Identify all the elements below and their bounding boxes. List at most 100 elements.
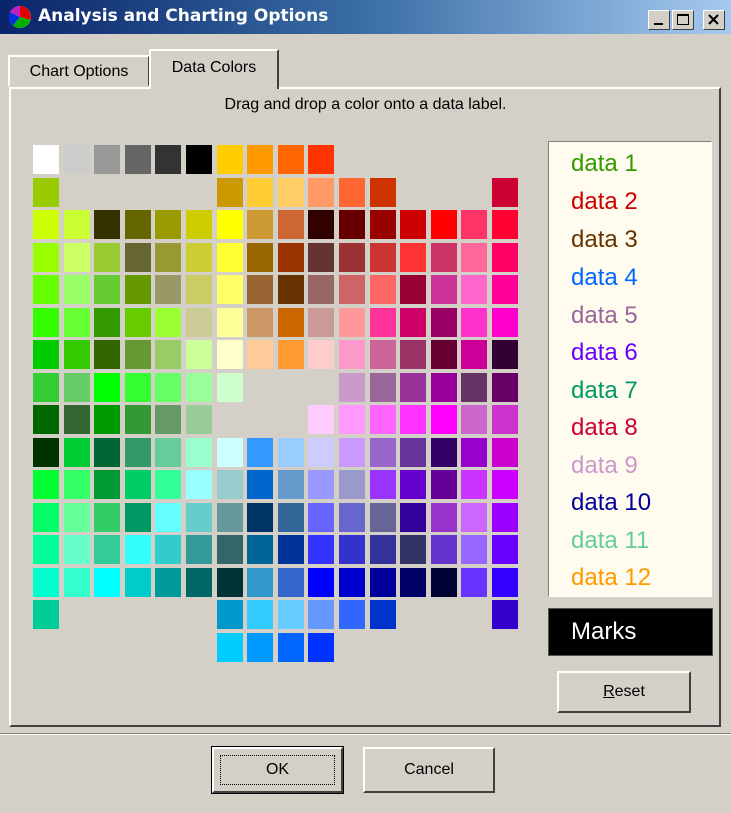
color-swatch[interactable]: [492, 535, 518, 564]
color-swatch[interactable]: [247, 275, 273, 304]
color-swatch[interactable]: [247, 503, 273, 532]
color-swatch[interactable]: [247, 568, 273, 597]
color-swatch[interactable]: [217, 503, 243, 532]
color-swatch[interactable]: [217, 308, 243, 337]
color-swatch[interactable]: [217, 373, 243, 402]
data-label-8[interactable]: data 8: [571, 414, 638, 442]
color-swatch[interactable]: [492, 308, 518, 337]
color-swatch[interactable]: [400, 210, 426, 239]
color-swatch[interactable]: [431, 438, 457, 467]
color-swatch[interactable]: [461, 438, 487, 467]
color-swatch[interactable]: [217, 145, 243, 174]
color-swatch[interactable]: [186, 470, 212, 499]
color-swatch[interactable]: [308, 568, 334, 597]
minimize-button[interactable]: [648, 10, 670, 30]
color-swatch[interactable]: [308, 275, 334, 304]
color-swatch[interactable]: [247, 308, 273, 337]
color-swatch[interactable]: [155, 438, 181, 467]
color-swatch[interactable]: [370, 568, 396, 597]
color-swatch[interactable]: [217, 178, 243, 207]
color-swatch[interactable]: [400, 438, 426, 467]
color-swatch[interactable]: [492, 373, 518, 402]
data-label-9[interactable]: data 9: [571, 452, 638, 480]
color-swatch[interactable]: [125, 340, 151, 369]
data-label-6[interactable]: data 6: [571, 339, 638, 367]
color-swatch[interactable]: [339, 373, 365, 402]
color-swatch[interactable]: [370, 275, 396, 304]
color-swatch[interactable]: [400, 568, 426, 597]
color-swatch[interactable]: [492, 600, 518, 629]
color-swatch[interactable]: [461, 470, 487, 499]
color-swatch[interactable]: [461, 210, 487, 239]
color-swatch[interactable]: [94, 470, 120, 499]
color-swatch[interactable]: [155, 373, 181, 402]
color-swatch[interactable]: [400, 308, 426, 337]
color-swatch[interactable]: [308, 600, 334, 629]
color-swatch[interactable]: [308, 178, 334, 207]
color-swatch[interactable]: [217, 438, 243, 467]
color-swatch[interactable]: [370, 373, 396, 402]
color-swatch[interactable]: [339, 275, 365, 304]
color-swatch[interactable]: [492, 275, 518, 304]
color-swatch[interactable]: [370, 470, 396, 499]
data-label-4[interactable]: data 4: [571, 264, 638, 292]
data-label-10[interactable]: data 10: [571, 489, 651, 517]
color-swatch[interactable]: [339, 405, 365, 434]
color-swatch[interactable]: [400, 405, 426, 434]
color-swatch[interactable]: [64, 438, 90, 467]
color-swatch[interactable]: [64, 243, 90, 272]
color-swatch[interactable]: [308, 633, 334, 662]
color-swatch[interactable]: [247, 145, 273, 174]
color-swatch[interactable]: [278, 438, 304, 467]
color-swatch[interactable]: [155, 535, 181, 564]
data-label-12[interactable]: data 12: [571, 564, 651, 592]
color-swatch[interactable]: [33, 535, 59, 564]
color-swatch[interactable]: [64, 568, 90, 597]
color-swatch[interactable]: [431, 308, 457, 337]
color-swatch[interactable]: [308, 243, 334, 272]
color-swatch[interactable]: [339, 438, 365, 467]
color-swatch[interactable]: [370, 503, 396, 532]
color-swatch[interactable]: [94, 535, 120, 564]
color-swatch[interactable]: [308, 308, 334, 337]
color-swatch[interactable]: [155, 470, 181, 499]
color-swatch[interactable]: [125, 535, 151, 564]
color-swatch[interactable]: [155, 243, 181, 272]
color-swatch[interactable]: [431, 470, 457, 499]
color-swatch[interactable]: [125, 243, 151, 272]
reset-button[interactable]: Reset: [557, 671, 691, 713]
color-swatch[interactable]: [339, 568, 365, 597]
color-swatch[interactable]: [461, 503, 487, 532]
color-swatch[interactable]: [278, 633, 304, 662]
color-swatch[interactable]: [94, 568, 120, 597]
color-swatch[interactable]: [125, 438, 151, 467]
color-swatch[interactable]: [278, 600, 304, 629]
color-swatch[interactable]: [461, 535, 487, 564]
color-swatch[interactable]: [94, 210, 120, 239]
color-swatch[interactable]: [370, 438, 396, 467]
color-swatch[interactable]: [278, 308, 304, 337]
color-swatch[interactable]: [247, 210, 273, 239]
color-swatch[interactable]: [400, 503, 426, 532]
color-swatch[interactable]: [400, 243, 426, 272]
color-swatch[interactable]: [278, 210, 304, 239]
tab-data-colors[interactable]: Data Colors: [149, 49, 279, 89]
color-swatch[interactable]: [64, 373, 90, 402]
color-swatch[interactable]: [125, 275, 151, 304]
color-swatch[interactable]: [400, 373, 426, 402]
color-swatch[interactable]: [278, 535, 304, 564]
color-swatch[interactable]: [431, 535, 457, 564]
color-swatch[interactable]: [33, 373, 59, 402]
color-swatch[interactable]: [247, 178, 273, 207]
color-swatch[interactable]: [125, 373, 151, 402]
color-swatch[interactable]: [33, 470, 59, 499]
color-swatch[interactable]: [339, 243, 365, 272]
close-button[interactable]: [703, 10, 725, 30]
color-swatch[interactable]: [492, 210, 518, 239]
color-swatch[interactable]: [308, 438, 334, 467]
color-swatch[interactable]: [217, 210, 243, 239]
color-swatch[interactable]: [308, 210, 334, 239]
color-swatch[interactable]: [125, 503, 151, 532]
color-swatch[interactable]: [186, 275, 212, 304]
color-swatch[interactable]: [431, 210, 457, 239]
